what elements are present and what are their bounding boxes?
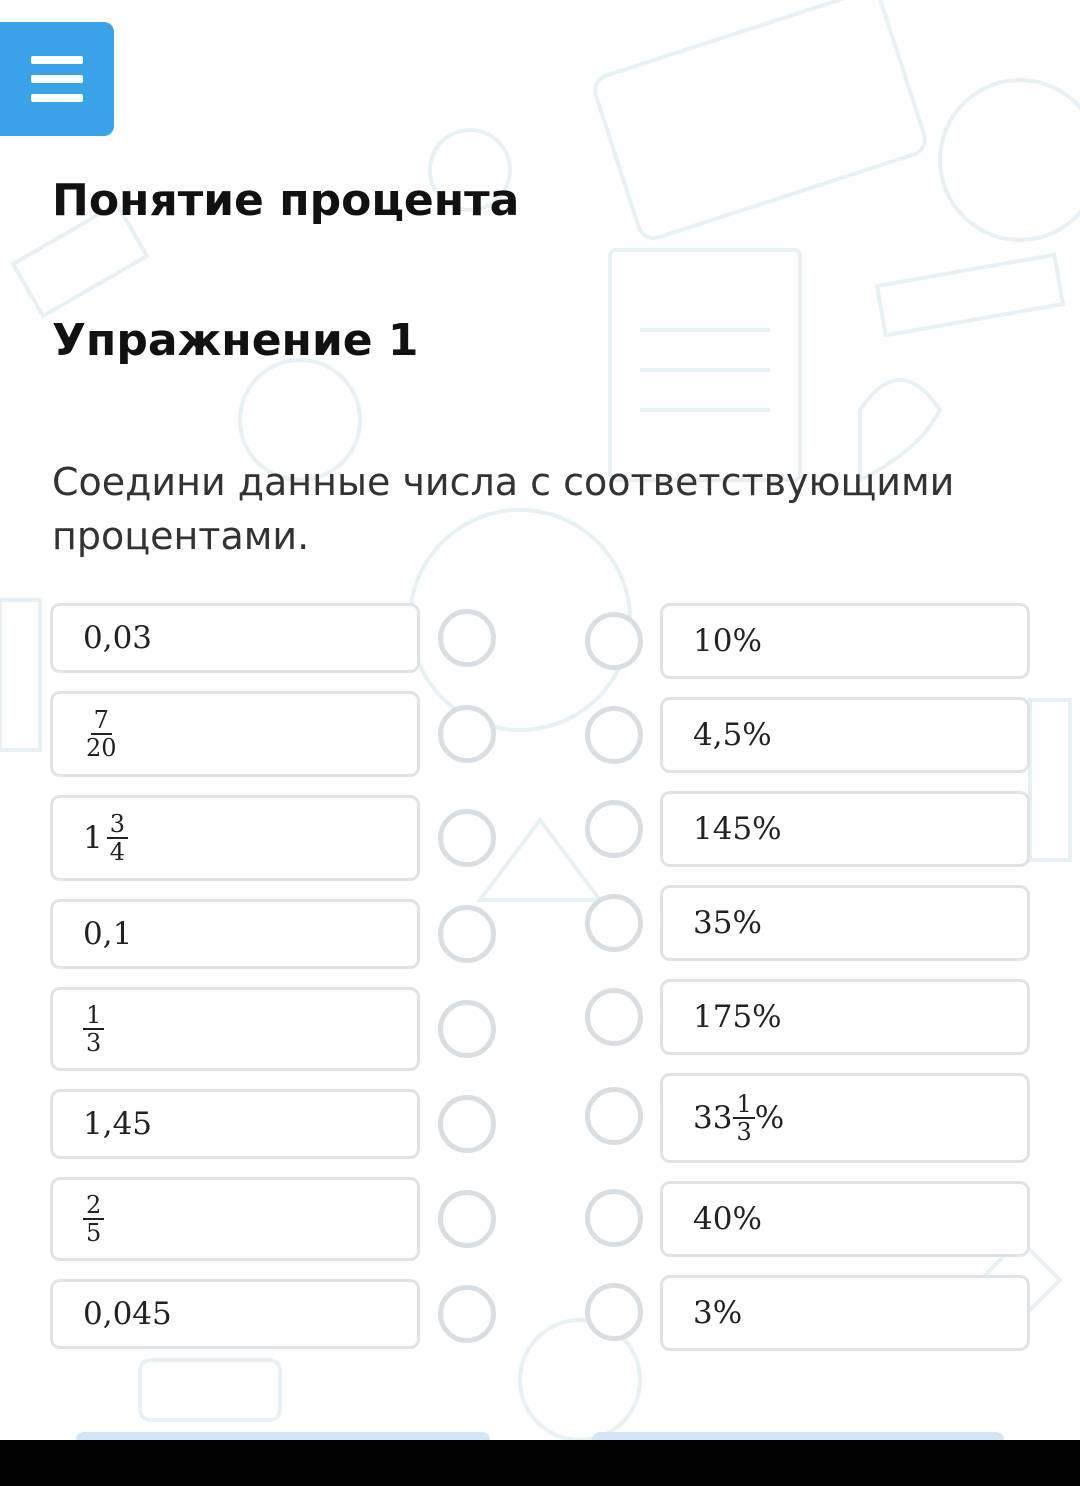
right-item-value: 4,5%	[693, 717, 772, 753]
left-item-card[interactable]: 2 5	[50, 1177, 420, 1261]
right-item-card[interactable]: 3%	[660, 1275, 1030, 1351]
right-item-card[interactable]: 175%	[660, 979, 1030, 1055]
right-connector-dot[interactable]	[585, 612, 643, 670]
right-connector-dot[interactable]	[585, 894, 643, 952]
fraction-numerator: 7	[90, 707, 112, 735]
fraction-denominator: 5	[86, 1219, 102, 1247]
left-item-card[interactable]: 0,045	[50, 1279, 420, 1349]
right-item-card[interactable]: 40%	[660, 1181, 1030, 1257]
right-item-value: 3%	[693, 1295, 743, 1331]
fraction-numerator: 1	[733, 1091, 755, 1119]
left-item-fraction: 2 5	[83, 1192, 105, 1247]
left-connector-dot[interactable]	[438, 809, 496, 867]
right-item-value: 175%	[693, 999, 782, 1035]
left-item-value: 0,045	[83, 1296, 172, 1332]
hamburger-menu-icon-bar	[31, 94, 83, 102]
task-instruction: Соедини данные числа с соответствующими …	[52, 460, 955, 558]
fraction-numerator: 1	[83, 1002, 105, 1030]
exercise-title: Упражнение 1	[52, 315, 419, 366]
left-item-mixed-number: 1 3 4	[83, 811, 129, 866]
right-connector-dot[interactable]	[585, 988, 643, 1046]
system-navigation-bar	[0, 1440, 1080, 1486]
right-item-card[interactable]: 145%	[660, 791, 1030, 867]
left-item-card[interactable]: 0,1	[50, 899, 420, 969]
right-connector-dot[interactable]	[585, 1087, 643, 1145]
hamburger-menu-icon-bar	[31, 75, 83, 83]
right-item-value: 10%	[693, 623, 762, 659]
left-connector-dot[interactable]	[438, 1000, 496, 1058]
left-item-card[interactable]: 1 3	[50, 987, 420, 1071]
page-title: Понятие процента	[52, 175, 520, 226]
right-connector-dot[interactable]	[585, 1189, 643, 1247]
hamburger-menu-icon	[31, 56, 83, 64]
left-item-card[interactable]: 0,03	[50, 603, 420, 673]
percent-sign: %	[754, 1100, 785, 1136]
left-connector-dot[interactable]	[438, 1095, 496, 1153]
left-item-fraction: 7 20	[83, 707, 120, 761]
left-item-value: 0,03	[83, 620, 153, 656]
left-item-card[interactable]: 1,45	[50, 1089, 420, 1159]
right-item-card[interactable]: 10%	[660, 603, 1030, 679]
mixed-whole: 1	[83, 820, 103, 856]
left-item-value: 1,45	[83, 1106, 153, 1142]
right-item-value: 35%	[693, 905, 762, 941]
right-connector-dot[interactable]	[585, 706, 643, 764]
left-item-card[interactable]: 7 20	[50, 691, 420, 777]
left-item-value: 0,1	[83, 916, 133, 952]
mixed-fraction: 1 3	[733, 1091, 755, 1146]
left-item-fraction: 1 3	[83, 1002, 105, 1057]
mixed-fraction: 3 4	[106, 811, 129, 866]
right-item-mixed-number: 33 1 3 %	[693, 1091, 784, 1145]
fraction-denominator: 20	[86, 734, 117, 762]
mixed-whole: 33	[693, 1100, 733, 1136]
menu-button[interactable]	[0, 22, 114, 136]
left-connector-dot[interactable]	[438, 609, 496, 667]
right-item-card[interactable]: 4,5%	[660, 697, 1030, 773]
fraction-denominator: 3	[86, 1029, 102, 1057]
left-connector-dot[interactable]	[438, 1190, 496, 1248]
right-connector-dot[interactable]	[585, 1283, 643, 1341]
right-item-card[interactable]: 35%	[660, 885, 1030, 961]
right-connector-dot[interactable]	[585, 800, 643, 858]
fraction-denominator: 4	[109, 838, 126, 866]
left-connector-dot[interactable]	[438, 1285, 496, 1343]
fraction-numerator: 3	[106, 811, 129, 839]
left-connector-dot[interactable]	[438, 705, 496, 763]
left-connector-dot[interactable]	[438, 905, 496, 963]
right-item-value: 40%	[693, 1201, 762, 1237]
fraction-numerator: 2	[83, 1192, 105, 1220]
fraction-denominator: 3	[736, 1118, 752, 1146]
right-item-value: 145%	[693, 811, 782, 847]
right-item-card[interactable]: 33 1 3 %	[660, 1073, 1030, 1163]
left-item-card[interactable]: 1 3 4	[50, 795, 420, 881]
